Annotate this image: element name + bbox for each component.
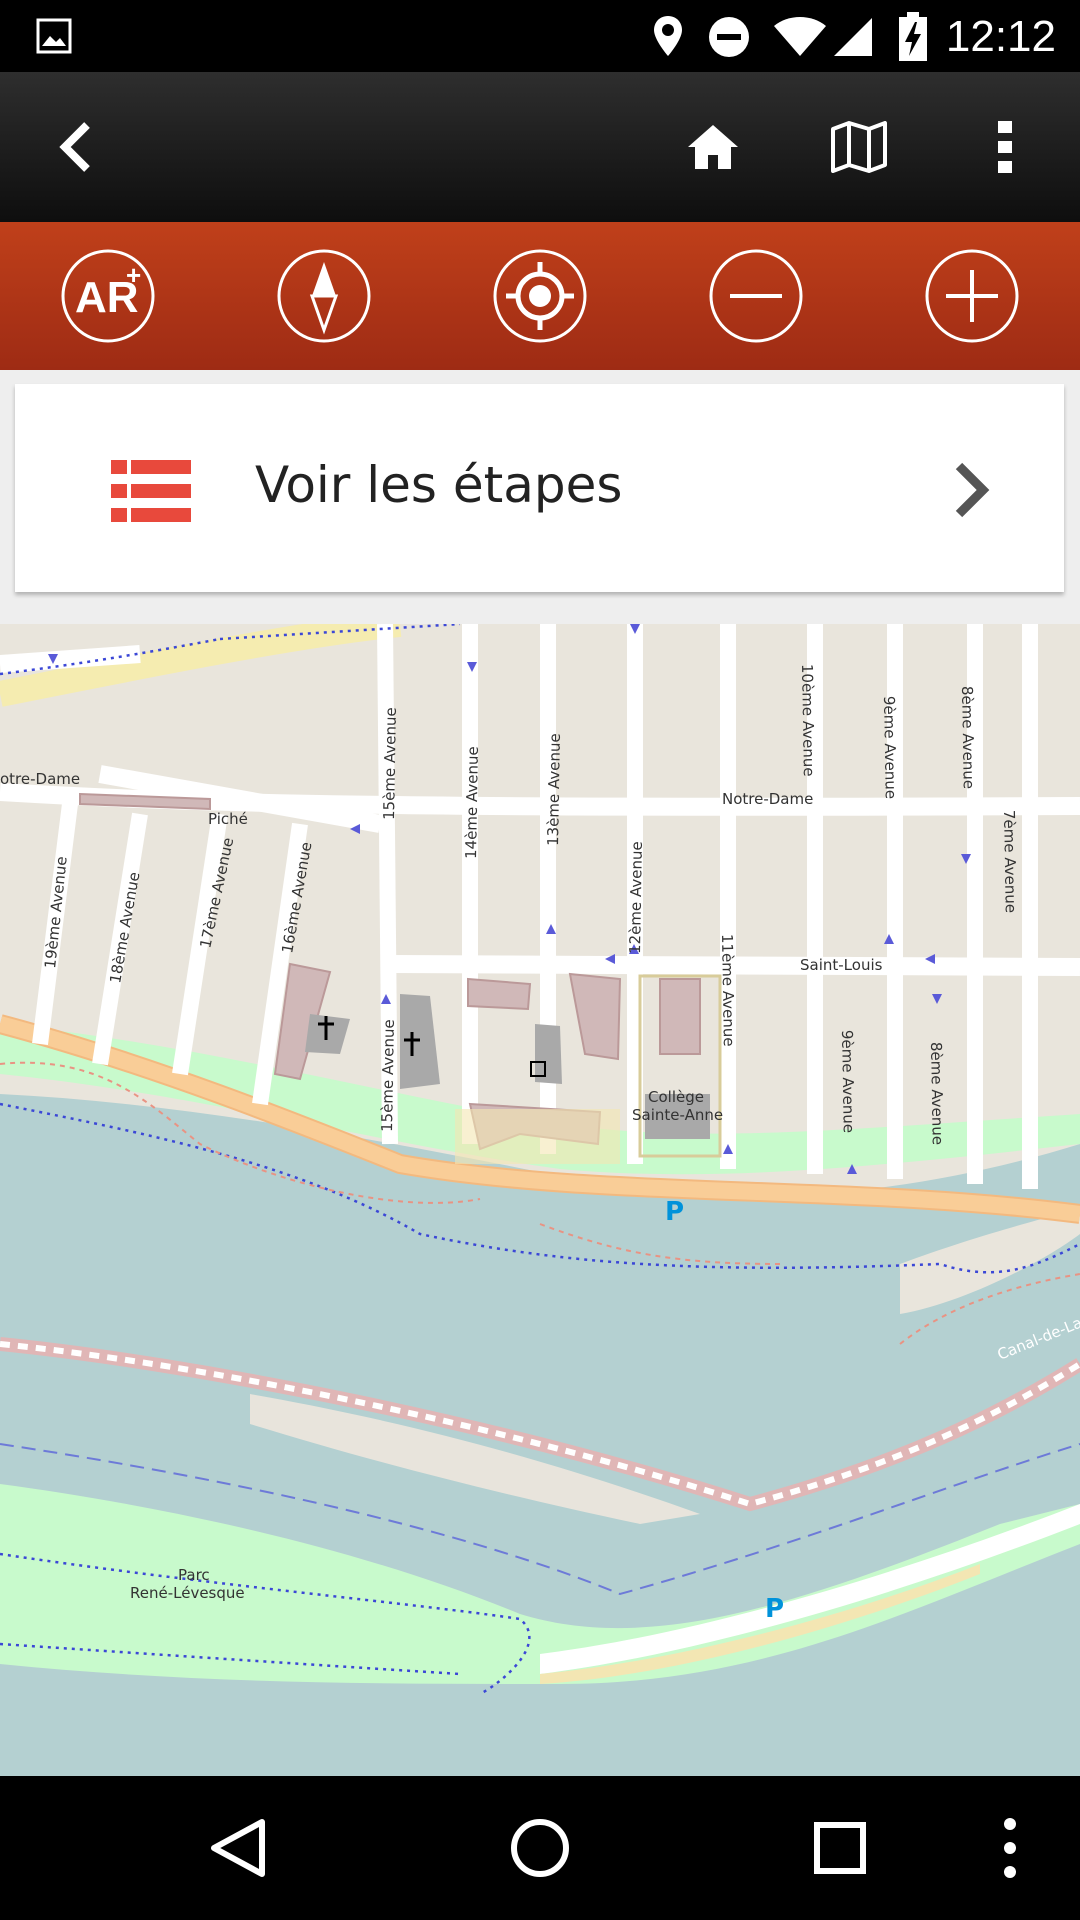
home-button[interactable] <box>668 102 758 192</box>
back-icon <box>59 122 90 172</box>
map-label-11eme: 11ème Avenue <box>718 934 738 1047</box>
map-label-10eme: 10ème Avenue <box>798 664 818 777</box>
map-label-notre-dame-right: Notre-Dame <box>722 790 813 808</box>
battery-charging-icon <box>899 12 927 61</box>
map-label-parc-2: René-Lévesque <box>130 1584 245 1602</box>
home-nav-button[interactable] <box>500 1808 580 1888</box>
system-nav-bar <box>0 1776 1080 1920</box>
map-label-college-1: Collège <box>648 1088 704 1106</box>
recents-nav-icon <box>814 1822 866 1874</box>
map-view[interactable]: P P otre-Dame Notre-Dame Piché Saint-Lou… <box>0 624 1080 1776</box>
compass-button[interactable] <box>276 248 372 344</box>
map-button[interactable] <box>814 102 904 192</box>
map-label-piche: Piché <box>208 810 248 828</box>
map-icon <box>831 121 887 173</box>
map-label-15eme-bottom: 15ème Avenue <box>378 1019 398 1132</box>
map-label-14eme: 14ème Avenue <box>462 746 482 859</box>
steps-card-label: Voir les étapes <box>255 456 623 514</box>
locate-icon <box>506 262 574 330</box>
map-label-13eme: 13ème Avenue <box>544 733 564 846</box>
home-nav-icon <box>511 1819 569 1877</box>
map-label-saint-louis: Saint-Louis <box>800 956 883 974</box>
wifi-icon <box>774 17 826 56</box>
status-bar: 12:12 <box>0 0 1080 72</box>
back-nav-button[interactable] <box>200 1808 280 1888</box>
list-icon <box>111 460 191 522</box>
map-label-notre-dame-left: otre-Dame <box>0 770 80 788</box>
map-label-7eme: 7ème Avenue <box>1000 810 1020 913</box>
map-toolbar: AR + <box>0 222 1080 370</box>
map-label-9eme-top: 9ème Avenue <box>880 696 900 799</box>
back-nav-icon <box>211 1819 265 1877</box>
overflow-menu-button[interactable] <box>960 102 1050 192</box>
map-label-15eme-top: 15ème Avenue <box>380 707 400 820</box>
location-icon <box>654 16 682 56</box>
parking-label-2: P <box>765 1594 784 1624</box>
map-label-college-2: Sainte-Anne <box>632 1106 723 1124</box>
map-label-12eme: 12ème Avenue <box>626 841 646 954</box>
compass-icon <box>309 262 339 335</box>
home-icon <box>688 125 738 169</box>
chevron-right-icon <box>955 462 990 518</box>
zoom-in-button[interactable] <box>924 248 1020 344</box>
status-time: 12:12 <box>945 12 1056 61</box>
parking-label: P <box>665 1197 684 1227</box>
ar-plus-icon: + <box>126 260 141 290</box>
back-button[interactable] <box>30 102 120 192</box>
map-label-parc-1: Parc <box>178 1566 210 1584</box>
overflow-nav-button[interactable] <box>980 1808 1040 1888</box>
locate-button[interactable] <box>492 248 588 344</box>
map-label-9eme-bottom: 9ème Avenue <box>838 1030 858 1133</box>
do-not-disturb-icon <box>709 17 749 57</box>
app-bar <box>0 72 1080 222</box>
image-notification-icon <box>36 18 72 54</box>
recents-nav-button[interactable] <box>800 1808 880 1888</box>
overflow-menu-icon <box>998 121 1012 173</box>
map-label-8eme-bottom: 8ème Avenue <box>927 1042 947 1145</box>
steps-card[interactable]: Voir les étapes <box>15 384 1064 592</box>
map-label-8eme-top: 8ème Avenue <box>958 686 978 789</box>
cell-signal-icon <box>834 18 872 56</box>
ar-plus-button[interactable]: AR + <box>60 248 156 344</box>
plus-icon <box>946 270 998 322</box>
zoom-out-button[interactable] <box>708 248 804 344</box>
overflow-nav-icon <box>1004 1818 1016 1878</box>
